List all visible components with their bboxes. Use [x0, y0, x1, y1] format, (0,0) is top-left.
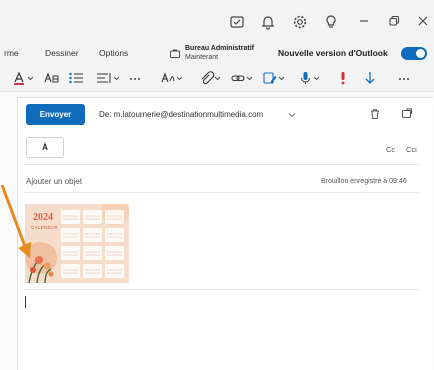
to-button[interactable]: À [26, 137, 64, 158]
title-bar [0, 0, 434, 42]
business-subtitle: Mainterant [185, 54, 219, 61]
gear-icon[interactable] [292, 14, 308, 30]
text-effects-button[interactable] [161, 71, 185, 85]
link-icon [231, 75, 253, 82]
paperclip-icon [201, 71, 221, 85]
subject-input[interactable] [26, 177, 276, 186]
bell-icon[interactable] [260, 14, 276, 30]
more-format-button[interactable] [129, 71, 141, 85]
bullet-list-icon [69, 72, 83, 84]
briefcase-icon [170, 49, 180, 58]
new-outlook-label: Nouvelle version d'Outlook [278, 48, 388, 58]
new-outlook-toggle[interactable] [401, 47, 427, 60]
lightbulb-icon[interactable] [323, 14, 339, 30]
pop-out-icon[interactable] [401, 108, 413, 120]
alignment-button[interactable] [96, 71, 122, 85]
importance-low-button[interactable] [364, 71, 376, 85]
menu-options[interactable]: Options [99, 48, 128, 58]
business-title: Bureau Administratif [185, 45, 254, 52]
font-color-button[interactable] [13, 71, 35, 85]
minimize-icon[interactable] [357, 14, 371, 28]
bullet-list-button[interactable] [68, 71, 84, 85]
annotation-arrow [0, 185, 31, 258]
arrow-down-icon [365, 72, 375, 84]
from-field[interactable]: De: m.latournerie@destinationmultimedia.… [99, 110, 263, 119]
exclamation-icon [341, 72, 345, 85]
styles-button[interactable] [44, 71, 60, 85]
more-icon [399, 78, 409, 80]
styles-icon [44, 72, 59, 83]
divider [24, 164, 420, 165]
signature-button[interactable] [263, 71, 287, 85]
chevron-down-icon[interactable] [288, 112, 296, 118]
dictate-button[interactable] [300, 71, 322, 85]
divider [24, 192, 420, 193]
menu-format-text[interactable]: rme [4, 48, 19, 58]
bcc-button[interactable]: Cci [406, 145, 417, 154]
font-color-icon [14, 71, 34, 85]
body-text-cursor[interactable] [25, 296, 26, 308]
cc-button[interactable]: Cc [386, 145, 395, 154]
menu-draw[interactable]: Dessiner [45, 48, 79, 58]
importance-high-button[interactable] [338, 71, 348, 85]
microphone-icon [301, 72, 320, 84]
more-icon [130, 78, 140, 80]
text-effects-icon [161, 72, 183, 83]
calendar-image[interactable]: 2024 CALENDAR [25, 204, 129, 283]
toggle-knob [416, 49, 425, 58]
send-button[interactable]: Envoyer [26, 104, 85, 125]
link-button[interactable] [231, 71, 255, 85]
more-options-button[interactable] [398, 71, 410, 85]
alignment-icon [97, 73, 120, 83]
menu-bar: rme Dessiner Options Bureau Administrati… [0, 42, 434, 64]
signature-icon [263, 72, 285, 84]
close-icon[interactable] [416, 14, 430, 28]
restore-icon[interactable] [387, 14, 401, 28]
attach-button[interactable] [199, 71, 223, 85]
trash-icon[interactable] [369, 108, 381, 120]
tasks-icon[interactable] [229, 14, 245, 30]
draft-status: Brouillon enregistré à 09:46 [321, 178, 407, 185]
divider [24, 289, 420, 290]
ribbon-toolbar [0, 64, 434, 92]
